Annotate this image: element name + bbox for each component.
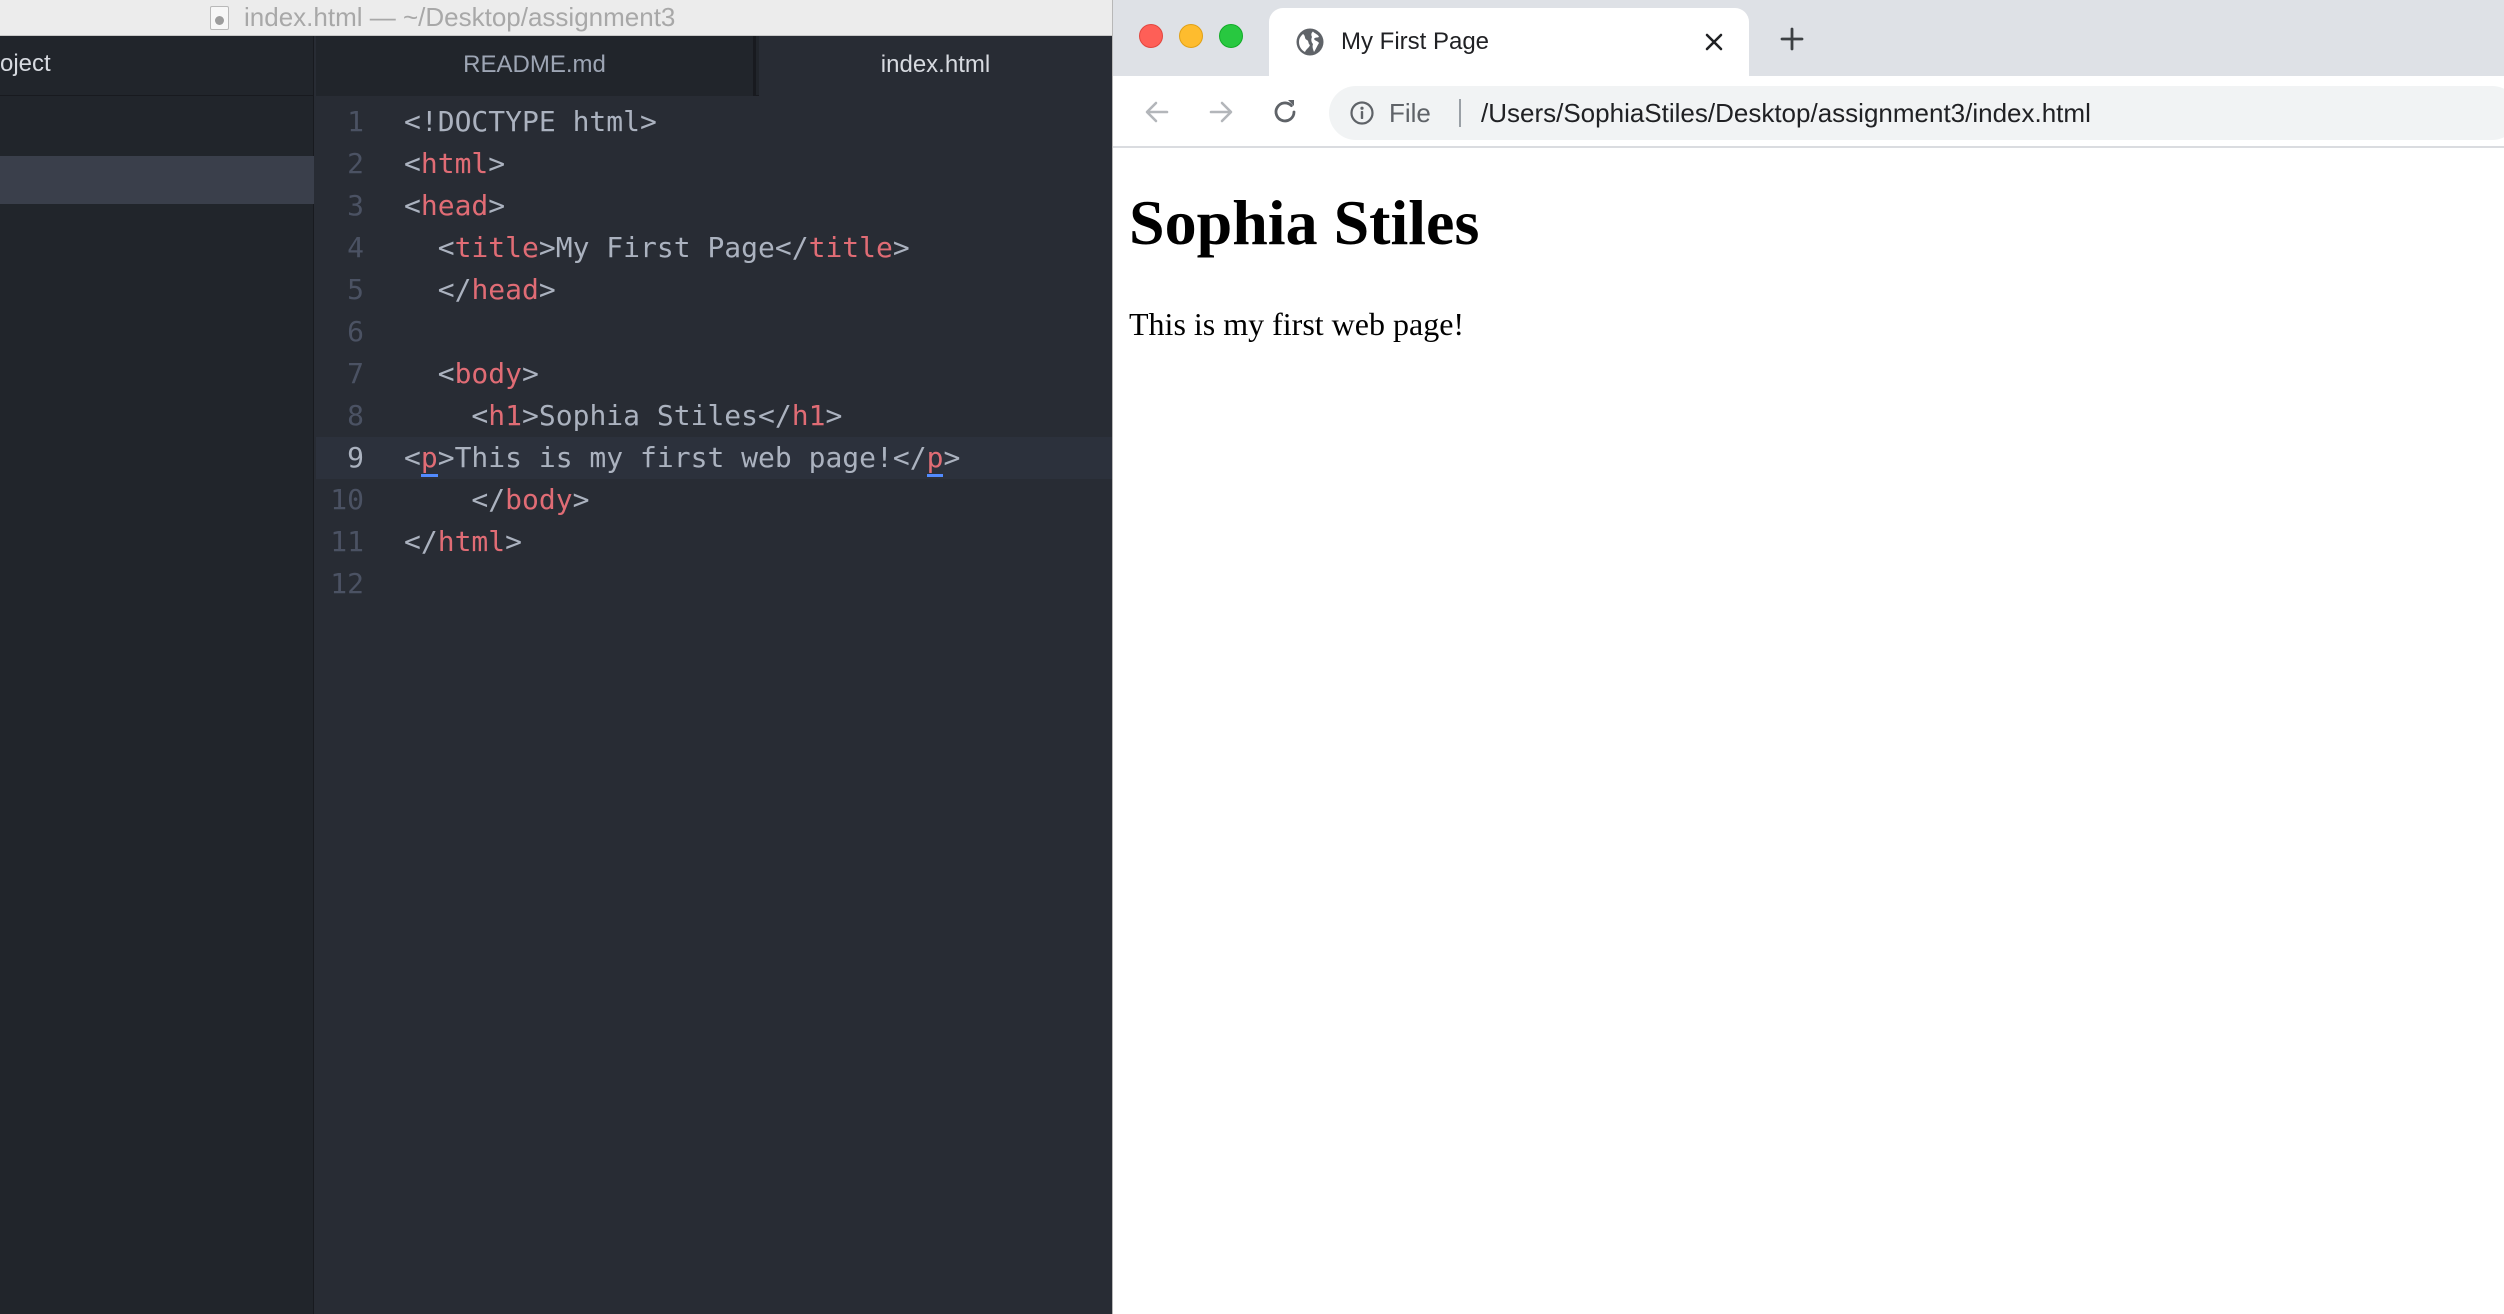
- code-line[interactable]: 8 <h1>Sophia Stiles</h1>: [316, 395, 1112, 437]
- address-scheme-label: File: [1389, 98, 1431, 128]
- address-separator: [1459, 99, 1461, 127]
- page-paragraph: This is my first web page!: [1129, 306, 1465, 342]
- line-number: 10: [330, 483, 364, 516]
- page-heading: Sophia Stiles: [1129, 187, 1480, 258]
- address-bar[interactable]: File /Users/SophiaStiles/Desktop/assignm…: [1329, 86, 2504, 140]
- editor-titlebar: index.html — ~/Desktop/assignment3: [0, 0, 1112, 36]
- project-tree-label: oject: [0, 50, 51, 77]
- tab-index-html[interactable]: index.html: [759, 36, 1112, 97]
- code-line[interactable]: 1 <!DOCTYPE html>: [316, 101, 1112, 143]
- code-line[interactable]: 7 <body>: [316, 353, 1112, 395]
- tree-selected-item[interactable]: [0, 156, 314, 204]
- line-number: 11: [330, 525, 364, 558]
- code-line-text: <h1>Sophia Stiles</h1>: [404, 399, 843, 432]
- project-tree-panel: oject: [0, 36, 314, 1314]
- reload-icon[interactable]: [1269, 96, 1301, 128]
- code-line[interactable]: 4 <title>My First Page</title>: [316, 227, 1112, 269]
- code-line[interactable]: 6: [316, 311, 1112, 353]
- address-url[interactable]: /Users/SophiaStiles/Desktop/assignment3/…: [1481, 86, 2091, 140]
- code-line[interactable]: 10 </body>: [316, 479, 1112, 521]
- code-line-text: <body>: [404, 357, 539, 390]
- line-number: 7: [347, 357, 364, 390]
- info-icon[interactable]: [1349, 100, 1375, 126]
- globe-icon: [1296, 28, 1324, 56]
- line-number: 12: [330, 567, 364, 600]
- browser-tab-strip: My First Page: [1113, 0, 2504, 76]
- back-arrow-icon[interactable]: [1141, 96, 1173, 128]
- tab-readme[interactable]: README.md: [316, 36, 756, 96]
- page-viewport: Sophia Stiles This is my first web page!: [1113, 150, 2504, 1314]
- code-line[interactable]: 2 <html>: [316, 143, 1112, 185]
- line-number: 8: [347, 399, 364, 432]
- line-number: 1: [347, 105, 364, 138]
- project-tree-header[interactable]: oject: [0, 36, 314, 96]
- code-editor-window: index.html — ~/Desktop/assignment3 oject…: [0, 0, 1112, 1314]
- browser-tab-active[interactable]: My First Page: [1269, 8, 1749, 76]
- browser-toolbar: File /Users/SophiaStiles/Desktop/assignm…: [1113, 76, 2504, 148]
- line-number: 3: [347, 189, 364, 222]
- code-line-text: <title>My First Page</title>: [404, 231, 910, 264]
- code-line-text: <html>: [404, 147, 506, 180]
- line-number: 5: [347, 273, 364, 306]
- browser-tab-title: My First Page: [1341, 28, 1490, 55]
- code-line-text: </html>: [404, 525, 523, 558]
- code-line[interactable]: 12: [316, 563, 1112, 605]
- browser-window: My First Page File /Users/SophiaStiles/D…: [1112, 0, 2504, 1314]
- code-line[interactable]: 11 </html>: [316, 521, 1112, 563]
- window-maximize-button[interactable]: [1219, 24, 1243, 48]
- plus-icon[interactable]: [1779, 26, 1805, 52]
- close-icon[interactable]: [1701, 29, 1727, 55]
- code-text-area[interactable]: 1 <!DOCTYPE html> 2 <html> 3 <head> 4 <title>M…: [316, 97, 1112, 1314]
- window-minimize-button[interactable]: [1179, 24, 1203, 48]
- code-line[interactable]: 9 <p>This is my first web page!</p>: [316, 437, 1112, 479]
- line-number: 6: [347, 315, 364, 348]
- line-number: 9: [347, 441, 364, 474]
- forward-arrow-icon[interactable]: [1205, 96, 1237, 128]
- code-line-text: <p>This is my first web page!</p>: [404, 437, 960, 479]
- code-line-text: </body>: [404, 483, 590, 516]
- editor-tab-bar: README.md index.html: [316, 36, 1112, 97]
- document-icon: [210, 6, 229, 30]
- window-close-button[interactable]: [1139, 24, 1163, 48]
- line-number: 2: [347, 147, 364, 180]
- line-number: 4: [347, 231, 364, 264]
- code-line[interactable]: 3 <head>: [316, 185, 1112, 227]
- code-line-text: </head>: [404, 273, 556, 306]
- code-line-text: <head>: [404, 189, 506, 222]
- editor-window-title: index.html — ~/Desktop/assignment3: [244, 2, 676, 32]
- code-line[interactable]: 5 </head>: [316, 269, 1112, 311]
- code-line-text: <!DOCTYPE html>: [404, 105, 657, 138]
